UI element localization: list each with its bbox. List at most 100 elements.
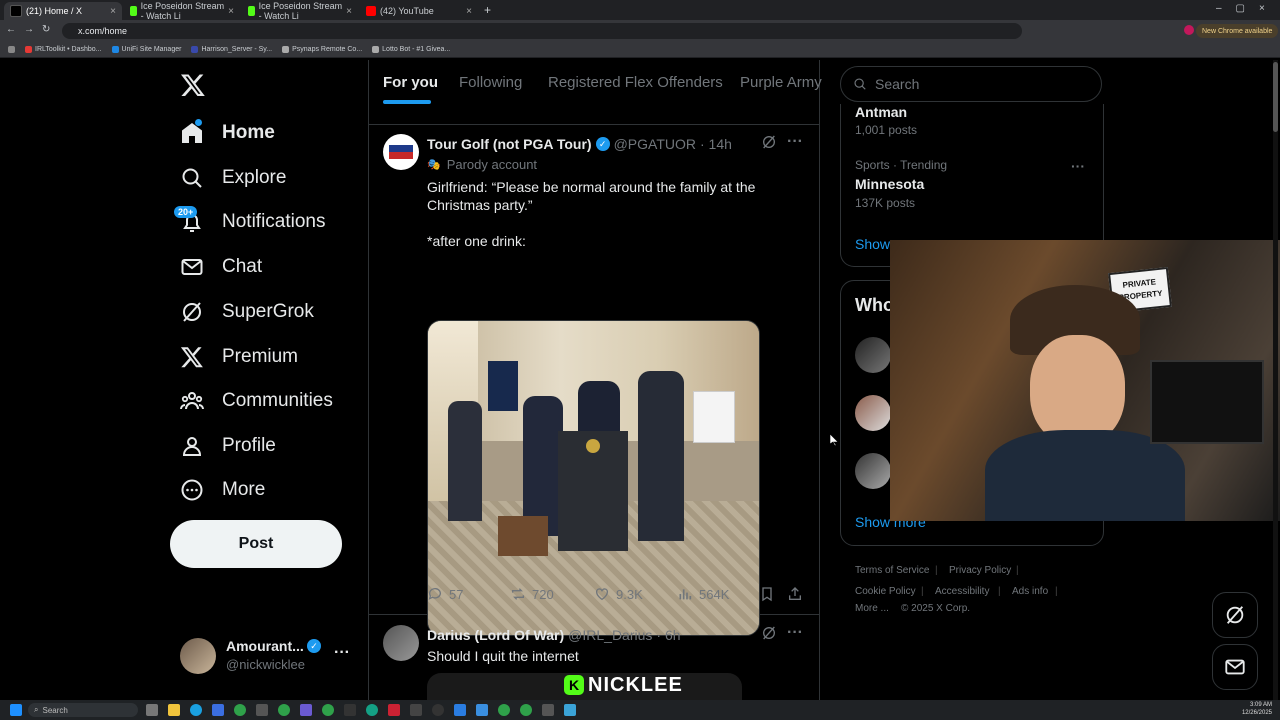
author-name[interactable]: Darius (Lord Of War) (427, 627, 564, 643)
avatar[interactable] (855, 337, 891, 373)
tab-home-x[interactable]: (21) Home / X × (4, 2, 122, 20)
bookmark-item[interactable]: Psynaps Remote Co... (282, 46, 362, 53)
avatar[interactable] (383, 625, 419, 661)
app-icon[interactable] (212, 704, 224, 716)
scrollbar-thumb[interactable] (1273, 62, 1278, 132)
messages-floating-button[interactable] (1212, 644, 1258, 690)
more-dots-icon[interactable]: ··· (1071, 158, 1085, 174)
obs-icon[interactable] (344, 704, 356, 716)
apps-icon[interactable] (8, 46, 15, 53)
more-dots-icon[interactable]: ··· (787, 133, 803, 151)
new-tab-icon[interactable]: + (484, 3, 491, 17)
footer-link-cookies[interactable]: Cookie Policy (855, 586, 916, 597)
tweet-time[interactable]: · 14h (700, 136, 732, 152)
chrome-icon[interactable] (520, 704, 532, 716)
app-icon[interactable] (476, 704, 488, 716)
tab-registered-flex-offenders[interactable]: Registered Flex Offenders (548, 74, 723, 91)
nav-arrows-icon[interactable]: ←→↻ (6, 24, 58, 35)
chrome-icon[interactable] (234, 704, 246, 716)
app-icon[interactable] (256, 704, 268, 716)
app-icon[interactable] (388, 704, 400, 716)
kick-favicon-icon (130, 6, 137, 16)
nav-chat[interactable]: Chat (180, 247, 262, 287)
show-more-link[interactable]: Show (855, 236, 890, 252)
bookmark-item[interactable]: UniFi Site Manager (111, 46, 181, 53)
footer-link-ads-info[interactable]: Ads info (1012, 586, 1048, 597)
profile-avatar-icon[interactable] (1184, 25, 1194, 35)
avatar[interactable] (855, 453, 891, 489)
discord-icon[interactable] (300, 704, 312, 716)
tab-ice-poseidon-1[interactable]: Ice Poseidon Stream - Watch Li × (124, 1, 240, 21)
close-tab-icon[interactable]: × (346, 6, 352, 17)
avatar[interactable] (855, 395, 891, 431)
trend-name[interactable]: Minnesota (855, 176, 924, 192)
more-dots-icon[interactable]: ··· (334, 644, 350, 662)
app-icon[interactable] (410, 704, 422, 716)
footer-link-privacy[interactable]: Privacy Policy (949, 565, 1011, 576)
footer-link-terms[interactable]: Terms of Service (855, 565, 929, 576)
app-icon[interactable] (366, 704, 378, 716)
author-name[interactable]: Tour Golf (not PGA Tour) (427, 136, 592, 152)
app-icon[interactable] (542, 704, 554, 716)
tab-purple-army[interactable]: Purple Army (740, 74, 822, 91)
avatar[interactable] (383, 134, 419, 170)
nav-notifications[interactable]: Notifications 20+ (174, 202, 326, 242)
views-button[interactable]: 564K (677, 586, 729, 602)
author-handle[interactable]: @IRL_Darius (568, 627, 652, 643)
like-button[interactable]: 9.3K (594, 586, 643, 602)
app-icon[interactable] (454, 704, 466, 716)
post-button[interactable]: Post (170, 520, 342, 568)
nav-premium[interactable]: Premium (180, 337, 298, 377)
tab-following[interactable]: Following (459, 74, 522, 91)
page-scrollbar[interactable] (1273, 60, 1278, 700)
nav-supergrok[interactable]: SuperGrok (180, 292, 314, 332)
bookmark-item[interactable]: Lotto Bot - #1 Givea... (372, 46, 450, 53)
streamer-face (1030, 335, 1125, 445)
nav-more[interactable]: More (180, 470, 265, 510)
window-controls[interactable]: –▢× (1216, 3, 1279, 14)
bookmark-item[interactable]: Harrison_Server - Sy... (191, 46, 272, 53)
author-handle[interactable]: @PGATUOR (614, 136, 696, 152)
feed-header: For you Following Registered Flex Offend… (369, 60, 822, 125)
chrome-icon[interactable] (322, 704, 334, 716)
nav-profile[interactable]: Profile (180, 426, 276, 466)
task-view-icon[interactable] (146, 704, 158, 716)
grok-icon[interactable] (761, 134, 777, 155)
system-clock[interactable]: 3:09 AM 12/26/2025 (1232, 701, 1272, 717)
repost-button[interactable]: 720 (510, 586, 554, 602)
nav-communities[interactable]: Communities (180, 381, 333, 421)
search-input[interactable]: Search (840, 66, 1102, 102)
app-icon[interactable] (564, 704, 576, 716)
tab-for-you[interactable]: For you (383, 74, 438, 91)
nav-explore[interactable]: Explore (180, 158, 286, 198)
file-explorer-icon[interactable] (168, 704, 180, 716)
grok-icon[interactable] (761, 625, 777, 646)
grok-floating-button[interactable] (1212, 592, 1258, 638)
taskbar-search[interactable]: ⌕ Search (28, 703, 138, 717)
bookmark-button[interactable] (759, 586, 775, 602)
more-dots-icon[interactable]: ··· (787, 624, 803, 642)
tweet[interactable]: Tour Golf (not PGA Tour) ✓ @PGATUOR · 14… (369, 124, 819, 636)
x-logo-icon[interactable] (180, 72, 206, 103)
chrome-icon[interactable] (278, 704, 290, 716)
tab-youtube[interactable]: (42) YouTube × (360, 2, 478, 20)
trend-name[interactable]: Antman (855, 104, 907, 120)
tweet-time[interactable]: · 6h (656, 627, 680, 643)
app-icon[interactable] (432, 704, 444, 716)
windows-start-icon[interactable] (10, 704, 22, 716)
footer-link-accessibility[interactable]: Accessibility (935, 586, 989, 597)
url-input[interactable]: x.com/home (62, 23, 1022, 39)
tab-ice-poseidon-2[interactable]: Ice Poseidon Stream - Watch Li × (242, 1, 358, 21)
footer-link-more[interactable]: More ... (855, 603, 889, 614)
bookmark-item[interactable]: IRLToolkit • Dashbo... (25, 46, 102, 53)
account-switcher[interactable]: Amourant... ✓ @nickwicklee ··· (180, 636, 360, 676)
close-tab-icon[interactable]: × (110, 6, 116, 17)
reply-button[interactable]: 57 (427, 586, 463, 602)
close-tab-icon[interactable]: × (228, 6, 234, 17)
edge-icon[interactable] (190, 704, 202, 716)
close-tab-icon[interactable]: × (466, 6, 472, 17)
chrome-update-button[interactable]: New Chrome available (1196, 24, 1279, 38)
nav-home[interactable]: Home (180, 113, 275, 153)
share-button[interactable] (787, 586, 803, 602)
chrome-icon[interactable] (498, 704, 510, 716)
